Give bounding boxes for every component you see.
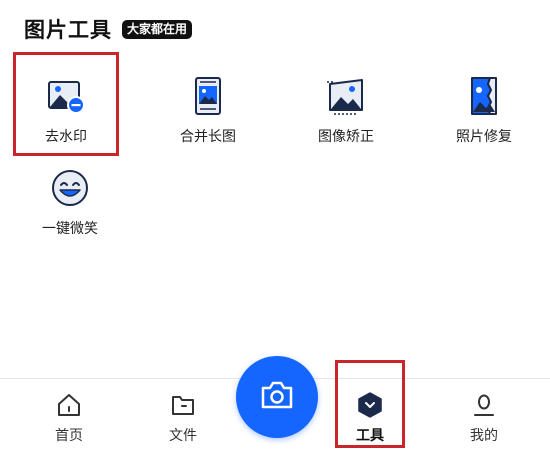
remove-watermark-icon bbox=[46, 76, 86, 116]
nav-files[interactable]: 文件 bbox=[148, 391, 218, 451]
user-icon bbox=[470, 391, 498, 419]
tool-merge-long-image[interactable]: 合并长图 bbox=[158, 66, 258, 162]
photo-repair-icon bbox=[464, 76, 504, 116]
merge-long-image-icon bbox=[188, 76, 228, 116]
popular-badge: 大家都在用 bbox=[122, 19, 193, 39]
nav-mine-label: 我的 bbox=[470, 428, 498, 444]
nav-tools[interactable]: 工具 bbox=[335, 391, 405, 451]
smile-icon bbox=[50, 168, 90, 208]
tool-label: 一键微笑 bbox=[42, 221, 98, 237]
nav-mine[interactable]: 我的 bbox=[449, 391, 519, 451]
section-header: 图片工具 大家都在用 bbox=[24, 14, 193, 44]
camera-icon bbox=[259, 379, 295, 415]
tool-photo-repair[interactable]: 照片修复 bbox=[434, 66, 534, 162]
tool-label: 图像矫正 bbox=[318, 129, 374, 145]
tool-label: 合并长图 bbox=[180, 129, 236, 145]
folder-icon bbox=[169, 391, 197, 419]
tool-label: 照片修复 bbox=[456, 129, 512, 145]
image-correction-icon bbox=[326, 76, 366, 116]
tools-page: 图片工具 大家都在用 去水印 合并长图 图像矫正 照片修复 一键微笑 首页 文件… bbox=[0, 0, 550, 456]
nav-home-label: 首页 bbox=[55, 428, 83, 444]
tool-label: 去水印 bbox=[45, 129, 87, 145]
home-icon bbox=[55, 391, 83, 419]
tool-one-click-smile[interactable]: 一键微笑 bbox=[20, 158, 120, 254]
tool-image-correction[interactable]: 图像矫正 bbox=[296, 66, 396, 162]
camera-button[interactable] bbox=[236, 356, 318, 438]
tools-icon bbox=[356, 391, 384, 419]
nav-tools-label: 工具 bbox=[356, 428, 384, 444]
tool-remove-watermark[interactable]: 去水印 bbox=[16, 66, 116, 162]
nav-home[interactable]: 首页 bbox=[34, 391, 104, 451]
nav-files-label: 文件 bbox=[169, 428, 197, 444]
section-title: 图片工具 bbox=[24, 18, 112, 42]
